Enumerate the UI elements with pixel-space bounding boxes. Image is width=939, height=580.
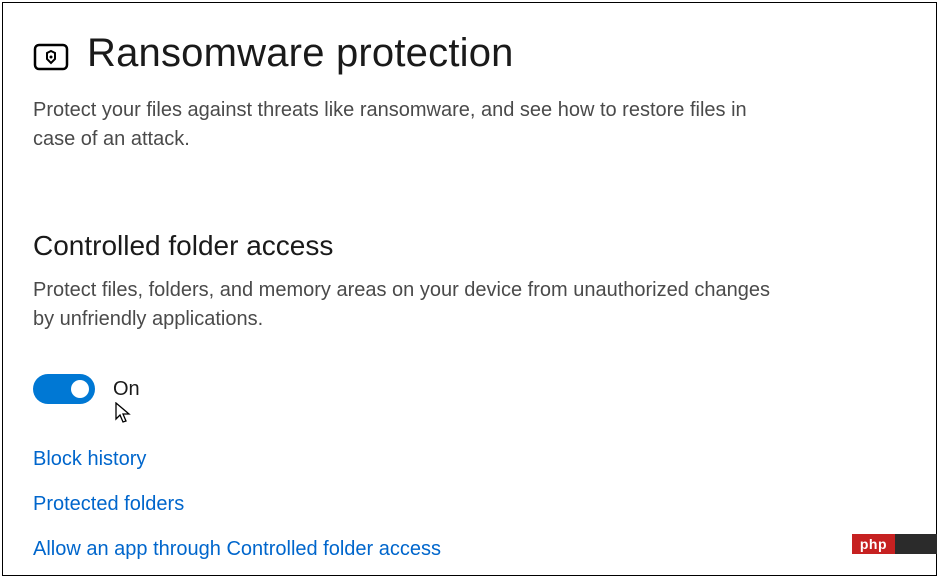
links-section: Block history Protected folders Allow an… — [33, 448, 906, 561]
section-description: Protect files, folders, and memory areas… — [33, 276, 793, 334]
controlled-folder-access-toggle[interactable] — [33, 374, 95, 404]
page-title: Ransomware protection — [87, 31, 514, 76]
watermark-text: php — [852, 534, 895, 554]
block-history-link[interactable]: Block history — [33, 448, 146, 471]
allow-app-link[interactable]: Allow an app through Controlled folder a… — [33, 538, 441, 561]
ransomware-protection-icon — [33, 39, 69, 75]
header: Ransomware protection — [33, 31, 906, 76]
section-title: Controlled folder access — [33, 230, 906, 262]
watermark-badge — [895, 534, 937, 554]
watermark: php — [852, 534, 937, 554]
toggle-state-label: On — [113, 378, 140, 401]
mouse-cursor-icon — [115, 402, 133, 429]
page-description: Protect your files against threats like … — [33, 96, 753, 154]
protected-folders-link[interactable]: Protected folders — [33, 493, 184, 516]
settings-panel: Ransomware protection Protect your files… — [2, 2, 937, 576]
toggle-row: On — [33, 374, 906, 404]
toggle-knob — [71, 380, 89, 398]
